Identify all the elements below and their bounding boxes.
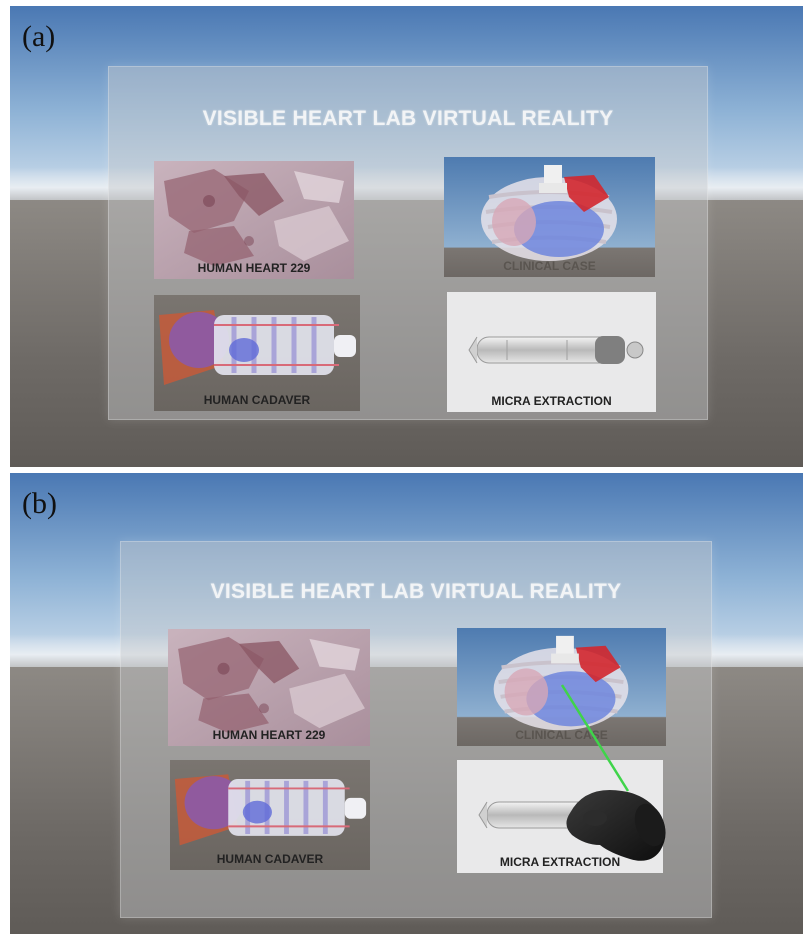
panel-title: VISIBLE HEART LAB VIRTUAL REALITY — [202, 107, 614, 130]
vr-menu-panel: VISIBLE HEART LAB VIRTUAL REALITY HUMAN … — [120, 541, 712, 918]
tile-human-heart-229[interactable]: HUMAN HEART 229 — [154, 161, 354, 279]
tile-label: MICRA EXTRACTION — [491, 394, 612, 408]
tile-micra-extraction[interactable]: MICRA EXTRACTION — [457, 760, 663, 873]
tile-label: CLINICAL CASE — [515, 728, 608, 742]
vr-menu-panel: VISIBLE HEART LAB VIRTUAL REALITY HUMAN … — [108, 66, 708, 420]
scene-label: (a) — [22, 20, 56, 53]
tile-label: HUMAN CADAVER — [203, 393, 311, 407]
tile-label: HUMAN HEART 229 — [197, 261, 311, 275]
tile-label: CLINICAL CASE — [503, 259, 596, 273]
tile-label: HUMAN HEART 229 — [212, 728, 326, 742]
vr-scene-b: (b) VISIBLE HEART LAB VIRTUAL REALITY HU… — [10, 473, 803, 934]
tile-micra-extraction[interactable]: MICRA EXTRACTION — [447, 292, 656, 412]
tile-human-cadaver[interactable]: HUMAN CADAVER — [154, 295, 360, 411]
tile-label: HUMAN CADAVER — [216, 852, 324, 866]
panel-title: VISIBLE HEART LAB VIRTUAL REALITY — [210, 580, 622, 603]
tile-clinical-case[interactable]: CLINICAL CASE — [457, 628, 666, 746]
vr-scene-a: (a) VISIBLE HEART LAB VIRTUAL REALITY HU… — [10, 6, 803, 467]
scene-label: (b) — [22, 487, 57, 520]
tile-human-heart-229[interactable]: HUMAN HEART 229 — [168, 629, 370, 746]
tile-label: MICRA EXTRACTION — [499, 855, 621, 869]
tile-clinical-case[interactable]: CLINICAL CASE — [444, 157, 655, 277]
tile-human-cadaver[interactable]: HUMAN CADAVER — [170, 760, 370, 870]
